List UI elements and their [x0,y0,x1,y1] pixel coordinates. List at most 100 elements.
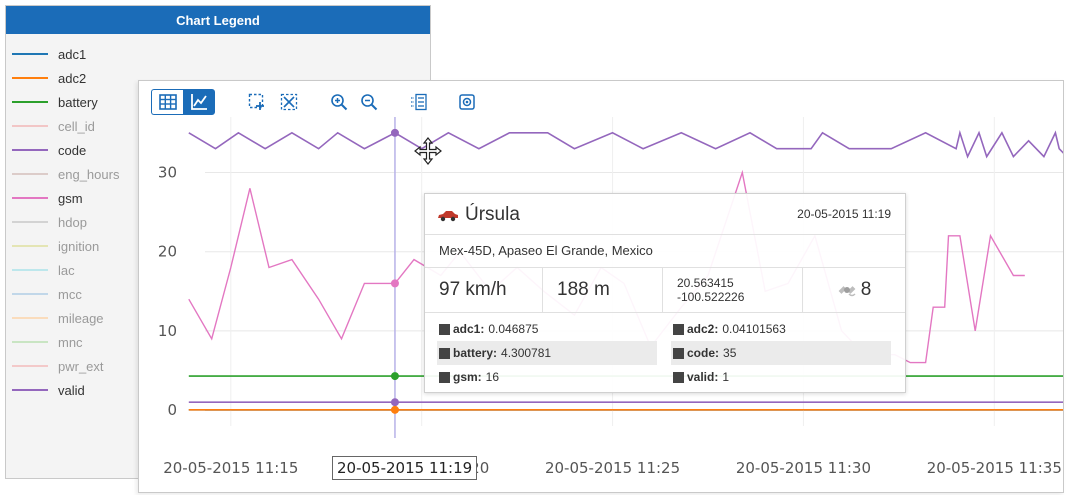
legend-swatch [12,149,48,151]
y-tick-label: 0 [167,401,177,419]
y-tick-label: 10 [158,322,177,340]
param-cell: gsm: 16 [437,365,657,389]
y-tick-label: 20 [158,243,177,261]
param-square-icon [439,371,450,383]
param-square-icon [673,323,684,335]
series-line-code [188,129,1063,159]
snapshot-button[interactable] [451,89,483,115]
param-cell: adc2: 0.04101563 [671,317,891,341]
tooltip-header: Úrsula 20-05-2015 11:19 [425,194,905,235]
param-square-icon [673,347,684,359]
zoom-out-button[interactable] [353,89,385,115]
move-cursor-icon [414,137,442,165]
legend-swatch [12,317,48,319]
marker-valid [390,398,399,407]
legend-swatch [12,365,48,367]
legend-swatch [12,269,48,271]
param-value: 35 [723,346,737,360]
legend-swatch [12,389,48,391]
legend-toggle-button[interactable] [403,89,435,115]
x-tick-label: 20-05-2015 11:35 [927,459,1062,477]
zoom-in-icon [331,94,348,111]
legend-label: mcc [58,286,82,302]
legend-swatch [12,221,48,223]
car-icon [438,211,458,222]
tooltip-timestamp: 20-05-2015 11:19 [797,207,891,221]
param-name: code: [687,346,720,360]
param-cell: valid: 1 [671,365,891,389]
param-square-icon [439,347,450,359]
param-cell: code: 35 [671,341,891,365]
zoom-select-icon [248,93,264,110]
legend-label: ignition [58,238,100,254]
satellites-value: 8 [860,279,872,300]
zoom-select-button[interactable] [241,89,273,115]
legend-swatch [12,125,48,127]
param-square-icon [673,371,684,383]
altitude-value: 188 m [543,268,663,312]
param-value: 4.300781 [501,346,552,360]
legend-label: lac [58,262,75,278]
param-name: adc1: [453,322,485,336]
legend-label: mileage [58,310,104,326]
chart-window: 010203020-05-2015 11:1520-05-2015 11:202… [138,80,1064,493]
zoom-fit-button[interactable] [273,89,305,115]
param-name: battery: [453,346,498,360]
latitude-value: 20.563415 [677,276,734,290]
legend-label: hdop [58,214,87,230]
legend-swatch [12,173,48,175]
list-icon [411,93,427,111]
legend-label: battery [58,94,98,110]
satellite-icon [838,286,856,297]
legend-label: cell_id [58,118,95,134]
param-value: 0.046875 [488,322,539,336]
param-row: adc1: 0.046875 adc2: 0.04101563 [437,317,905,341]
tooltip-stats: 97 km/h 188 m 20.563415 -100.522226 8 [425,268,905,313]
param-value: 0.04101563 [722,322,786,336]
x-tick-label: 20-05-2015 11:30 [736,459,871,477]
marker-battery [390,372,399,381]
legend-label: adc1 [58,46,87,62]
param-row: battery: 4.300781 code: 35 [437,341,905,365]
legend-swatch [12,341,48,343]
param-value: 1 [722,370,730,384]
zoom-fit-icon [280,93,298,111]
device-tooltip: Úrsula 20-05-2015 11:19 Mex-45D, Apaseo … [424,193,906,393]
legend-swatch [12,77,48,79]
legend-label: code [58,142,87,158]
longitude-value: -100.522226 [677,290,745,304]
zoom-in-button[interactable] [323,89,355,115]
zoom-out-icon [361,94,378,111]
device-address: Mex-45D, Apaseo El Grande, Mexico [425,235,905,268]
marker-code [390,128,399,137]
speed-value: 97 km/h [425,268,543,312]
param-name: adc2: [687,322,719,336]
x-tick-label: 20-05-2015 11:25 [545,459,680,477]
legend-label: valid [58,382,85,398]
legend-swatch [12,245,48,247]
coordinates: 20.563415 -100.522226 [663,268,803,312]
device-name: Úrsula [465,204,520,225]
line-chart-icon [191,94,207,110]
legend-label: adc2 [58,70,87,86]
legend-label: eng_hours [58,166,120,182]
marker-gsm [390,279,399,288]
legend-label: pwr_ext [58,358,104,374]
param-row: gsm: 16 valid: 1 [437,365,905,389]
param-cell: battery: 4.300781 [437,341,657,365]
legend-swatch [12,53,48,55]
param-square-icon [439,323,450,335]
param-cell: adc1: 0.046875 [437,317,657,341]
legend-swatch [12,293,48,295]
param-name: valid: [687,370,719,384]
x-tick-label: 20-05-2015 11:15 [163,459,298,477]
legend-title: Chart Legend [6,6,430,34]
table-icon [158,94,177,110]
legend-label: gsm [58,190,83,206]
legend-swatch [12,101,48,103]
snapshot-icon [459,94,475,110]
chart-view-button[interactable] [183,89,215,115]
legend-item-adc1[interactable]: adc1 [6,42,430,66]
y-tick-label: 30 [158,163,177,181]
table-view-button[interactable] [151,89,183,115]
